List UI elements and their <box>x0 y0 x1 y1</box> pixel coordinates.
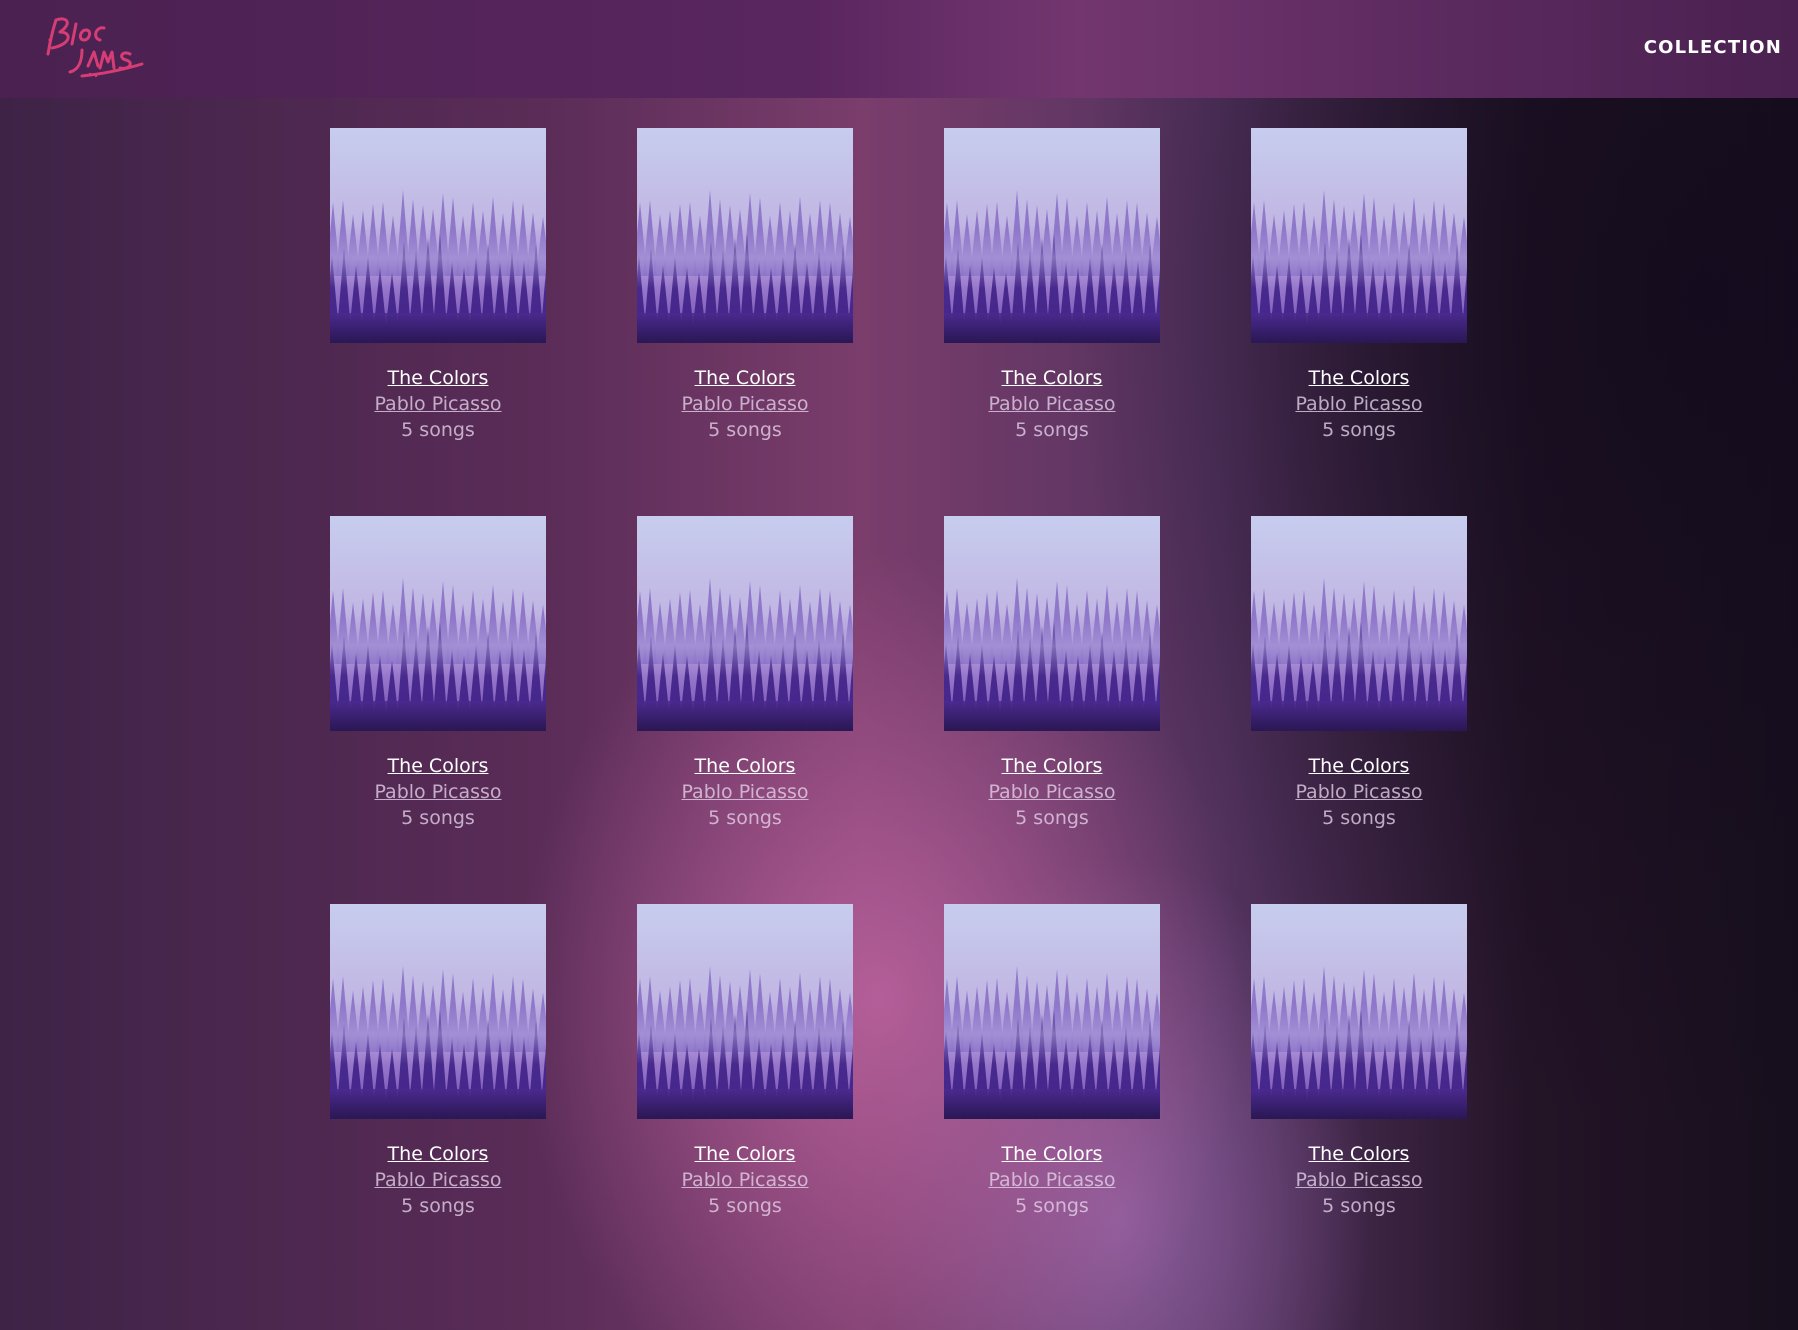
album-artist-link[interactable]: Pablo Picasso <box>374 1167 501 1193</box>
nav-collection-link[interactable]: COLLECTION <box>1644 37 1782 58</box>
album-title-link[interactable]: The Colors <box>1309 1141 1410 1167</box>
album-song-count: 5 songs <box>708 419 782 441</box>
album-title-link[interactable]: The Colors <box>695 753 796 779</box>
album-song-count: 5 songs <box>708 1195 782 1217</box>
album-artist-link[interactable]: Pablo Picasso <box>374 779 501 805</box>
album-song-count: 5 songs <box>1322 807 1396 829</box>
album-card: The Colors Pablo Picasso 5 songs <box>1228 516 1535 904</box>
album-title-link[interactable]: The Colors <box>1002 753 1103 779</box>
album-title-link[interactable]: The Colors <box>388 365 489 391</box>
album-artist-link[interactable]: Pablo Picasso <box>681 779 808 805</box>
album-title-link[interactable]: The Colors <box>388 1141 489 1167</box>
album-card: The Colors Pablo Picasso 5 songs <box>614 904 921 1292</box>
album-info: The Colors Pablo Picasso 5 songs <box>1228 365 1490 443</box>
album-info: The Colors Pablo Picasso 5 songs <box>1228 753 1490 831</box>
album-title-link[interactable]: The Colors <box>695 365 796 391</box>
album-info: The Colors Pablo Picasso 5 songs <box>921 1141 1183 1219</box>
album-song-count: 5 songs <box>1015 1195 1089 1217</box>
logo-script-icon <box>46 17 144 78</box>
album-song-count: 5 songs <box>1322 1195 1396 1217</box>
album-cover-image[interactable] <box>330 128 546 343</box>
album-song-count: 5 songs <box>708 807 782 829</box>
album-title-link[interactable]: The Colors <box>1002 365 1103 391</box>
album-cover-image[interactable] <box>944 128 1160 343</box>
album-artist-link[interactable]: Pablo Picasso <box>1295 779 1422 805</box>
album-info: The Colors Pablo Picasso 5 songs <box>307 365 569 443</box>
album-card: The Colors Pablo Picasso 5 songs <box>307 904 614 1292</box>
album-card: The Colors Pablo Picasso 5 songs <box>307 516 614 904</box>
album-info: The Colors Pablo Picasso 5 songs <box>307 1141 569 1219</box>
album-cover-image[interactable] <box>1251 904 1467 1119</box>
album-cover-image[interactable] <box>637 128 853 343</box>
album-cover-image[interactable] <box>1251 516 1467 731</box>
album-artist-link[interactable]: Pablo Picasso <box>988 391 1115 417</box>
album-song-count: 5 songs <box>401 1195 475 1217</box>
album-cover-image[interactable] <box>944 904 1160 1119</box>
album-title-link[interactable]: The Colors <box>1309 753 1410 779</box>
album-cover-image[interactable] <box>1251 128 1467 343</box>
album-card: The Colors Pablo Picasso 5 songs <box>1228 904 1535 1292</box>
album-card: The Colors Pablo Picasso 5 songs <box>614 516 921 904</box>
bloc-jams-logo[interactable] <box>42 10 146 82</box>
album-card: The Colors Pablo Picasso 5 songs <box>1228 128 1535 516</box>
album-info: The Colors Pablo Picasso 5 songs <box>614 1141 876 1219</box>
album-artist-link[interactable]: Pablo Picasso <box>681 391 808 417</box>
album-info: The Colors Pablo Picasso 5 songs <box>614 753 876 831</box>
album-card: The Colors Pablo Picasso 5 songs <box>921 128 1228 516</box>
album-song-count: 5 songs <box>401 807 475 829</box>
album-card: The Colors Pablo Picasso 5 songs <box>614 128 921 516</box>
album-cover-image[interactable] <box>637 904 853 1119</box>
album-song-count: 5 songs <box>1015 419 1089 441</box>
album-song-count: 5 songs <box>1322 419 1396 441</box>
album-song-count: 5 songs <box>401 419 475 441</box>
album-title-link[interactable]: The Colors <box>1309 365 1410 391</box>
album-artist-link[interactable]: Pablo Picasso <box>1295 391 1422 417</box>
album-info: The Colors Pablo Picasso 5 songs <box>921 753 1183 831</box>
album-artist-link[interactable]: Pablo Picasso <box>1295 1167 1422 1193</box>
album-title-link[interactable]: The Colors <box>695 1141 796 1167</box>
top-navbar: COLLECTION <box>0 0 1798 98</box>
album-info: The Colors Pablo Picasso 5 songs <box>614 365 876 443</box>
album-card: The Colors Pablo Picasso 5 songs <box>307 128 614 516</box>
album-info: The Colors Pablo Picasso 5 songs <box>1228 1141 1490 1219</box>
album-artist-link[interactable]: Pablo Picasso <box>374 391 501 417</box>
album-card: The Colors Pablo Picasso 5 songs <box>921 904 1228 1292</box>
album-cover-image[interactable] <box>330 904 546 1119</box>
album-title-link[interactable]: The Colors <box>1002 1141 1103 1167</box>
album-song-count: 5 songs <box>1015 807 1089 829</box>
album-artist-link[interactable]: Pablo Picasso <box>988 779 1115 805</box>
album-info: The Colors Pablo Picasso 5 songs <box>307 753 569 831</box>
album-artist-link[interactable]: Pablo Picasso <box>681 1167 808 1193</box>
album-cover-image[interactable] <box>637 516 853 731</box>
album-title-link[interactable]: The Colors <box>388 753 489 779</box>
album-info: The Colors Pablo Picasso 5 songs <box>921 365 1183 443</box>
album-artist-link[interactable]: Pablo Picasso <box>988 1167 1115 1193</box>
album-cover-image[interactable] <box>330 516 546 731</box>
album-card: The Colors Pablo Picasso 5 songs <box>921 516 1228 904</box>
album-cover-image[interactable] <box>944 516 1160 731</box>
